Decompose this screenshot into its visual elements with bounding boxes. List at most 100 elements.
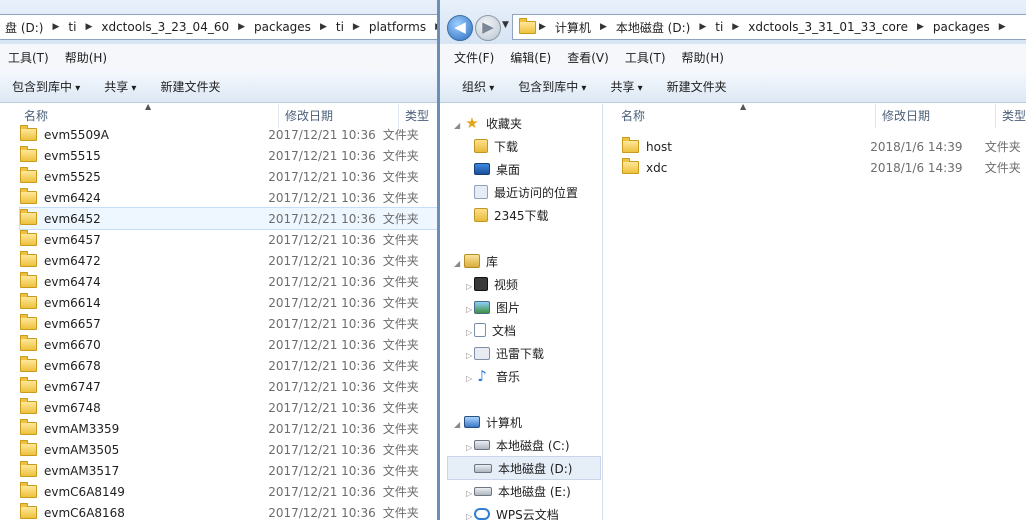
menu-item[interactable]: 工具(T) bbox=[0, 49, 57, 66]
collapse-arrow-icon[interactable]: ▷ bbox=[466, 489, 472, 498]
list-item[interactable]: evm6457 2017/12/21 10:36 文件夹 bbox=[20, 229, 437, 250]
nav-libraries[interactable]: 库 bbox=[464, 250, 498, 272]
nav-wps-cloud[interactable]: WPS云文档 bbox=[474, 503, 559, 520]
recent-pages-dropdown-icon[interactable]: ▼ bbox=[502, 20, 509, 30]
list-item[interactable]: evm6657 2017/12/21 10:36 文件夹 bbox=[20, 313, 437, 334]
list-item[interactable]: evm5509A 2017/12/21 10:36 文件夹 bbox=[20, 124, 437, 145]
file-name: evm6670 bbox=[44, 337, 101, 352]
chevron-right-icon[interactable]: ▶ bbox=[350, 22, 363, 32]
chevron-right-icon[interactable]: ▶ bbox=[82, 22, 95, 32]
file-type: 文件夹 bbox=[382, 170, 419, 184]
collapse-arrow-icon[interactable]: ▷ bbox=[466, 512, 472, 520]
nav-videos[interactable]: 视频 bbox=[474, 273, 518, 295]
collapse-arrow-icon[interactable]: ▷ bbox=[466, 282, 472, 291]
collapse-arrow-icon[interactable]: ▷ bbox=[466, 443, 472, 452]
collapse-arrow-icon[interactable]: ▷ bbox=[466, 328, 472, 337]
nav-recent-places[interactable]: 最近访问的位置 bbox=[474, 181, 578, 203]
list-item[interactable]: evm6678 2017/12/21 10:36 文件夹 bbox=[20, 355, 437, 376]
breadcrumb-item[interactable]: 本地磁盘 (D:) bbox=[610, 19, 696, 36]
toolbar-button[interactable]: 包含到库中 bbox=[0, 78, 92, 95]
list-item[interactable]: evmC6A8168 2017/12/21 10:36 文件夹 bbox=[20, 502, 437, 520]
chevron-right-icon[interactable]: ▶ bbox=[597, 22, 610, 32]
chevron-right-icon[interactable]: ▶ bbox=[235, 22, 248, 32]
menu-item[interactable]: 帮助(H) bbox=[57, 49, 115, 66]
nav-computer[interactable]: 计算机 bbox=[464, 411, 522, 433]
toolbar-button[interactable]: 新建文件夹 bbox=[148, 78, 232, 95]
collapse-arrow-icon[interactable]: ▷ bbox=[466, 374, 472, 383]
list-item[interactable]: evm6452 2017/12/21 10:36 文件夹 bbox=[19, 207, 437, 230]
expand-arrow-icon[interactable]: ◢ bbox=[454, 420, 460, 429]
breadcrumb-item[interactable]: platforms bbox=[363, 20, 432, 34]
breadcrumb-item[interactable]: 盘 (D:) bbox=[0, 19, 49, 36]
toolbar-button[interactable]: 共享 bbox=[598, 78, 654, 95]
list-item[interactable]: xdc 2018/1/6 14:39 文件夹 bbox=[622, 157, 1026, 178]
toolbar-button[interactable]: 包含到库中 bbox=[506, 78, 598, 95]
breadcrumb-item[interactable]: ti bbox=[330, 20, 350, 34]
menu-item[interactable]: 帮助(H) bbox=[674, 49, 732, 66]
breadcrumb-item[interactable]: xdctools_3_31_01_33_core bbox=[742, 20, 914, 34]
list-item[interactable]: evm6747 2017/12/21 10:36 文件夹 bbox=[20, 376, 437, 397]
column-type[interactable]: 类型 bbox=[996, 104, 1026, 128]
menu-item[interactable]: 查看(V) bbox=[559, 49, 617, 66]
expand-arrow-icon[interactable]: ◢ bbox=[454, 121, 460, 130]
breadcrumb-item[interactable]: ti bbox=[709, 20, 729, 34]
list-item[interactable]: evmAM3517 2017/12/21 10:36 文件夹 bbox=[20, 460, 437, 481]
list-item[interactable]: evm5525 2017/12/21 10:36 文件夹 bbox=[20, 166, 437, 187]
nav-downloads[interactable]: 下载 bbox=[474, 135, 518, 157]
breadcrumb-item[interactable]: packages bbox=[248, 20, 317, 34]
chevron-right-icon[interactable]: ▶ bbox=[49, 22, 62, 32]
folder-icon bbox=[20, 293, 37, 309]
column-date[interactable]: 修改日期 bbox=[876, 104, 996, 128]
list-item[interactable]: evm6424 2017/12/21 10:36 文件夹 bbox=[20, 187, 437, 208]
file-date: 2018/1/6 14:39 bbox=[870, 160, 963, 175]
list-item[interactable]: evmAM3359 2017/12/21 10:36 文件夹 bbox=[20, 418, 437, 439]
list-item[interactable]: evmC6A8149 2017/12/21 10:36 文件夹 bbox=[20, 481, 437, 502]
toolbar-button[interactable]: 新建文件夹 bbox=[655, 78, 739, 95]
list-item[interactable]: evm6472 2017/12/21 10:36 文件夹 bbox=[20, 250, 437, 271]
nav-2345-downloads[interactable]: 2345下载 bbox=[474, 204, 549, 226]
list-item[interactable]: evm6474 2017/12/21 10:36 文件夹 bbox=[20, 271, 437, 292]
nav-pictures[interactable]: 图片 bbox=[474, 296, 520, 318]
menu-item[interactable]: 编辑(E) bbox=[502, 49, 559, 66]
chevron-right-icon[interactable]: ▶ bbox=[914, 22, 927, 32]
menu-item[interactable]: 文件(F) bbox=[446, 49, 502, 66]
file-date: 2017/12/21 10:36 bbox=[268, 358, 376, 373]
breadcrumb-item[interactable]: 计算机 bbox=[549, 19, 597, 36]
chevron-right-icon[interactable]: ▶ bbox=[996, 22, 1009, 32]
list-item[interactable]: evm6614 2017/12/21 10:36 文件夹 bbox=[20, 292, 437, 313]
nav-thunder-downloads[interactable]: 迅雷下载 bbox=[474, 342, 544, 364]
back-button[interactable]: ◀ bbox=[447, 15, 473, 41]
nav-desktop[interactable]: 桌面 bbox=[474, 158, 520, 180]
toolbar-button[interactable]: 组织 bbox=[450, 78, 506, 95]
right-explorer-window: ◀ ▶ ▼ ▶ 计算机 ▶ 本地磁盘 (D:) ▶ ti ▶ xdctools_3_31_01… bbox=[440, 0, 1026, 520]
list-item[interactable]: evm5515 2017/12/21 10:36 文件夹 bbox=[20, 145, 437, 166]
right-file-list: host 2018/1/6 14:39 文件夹 xdc 2018/1/6 14:39 文件… bbox=[622, 136, 1026, 178]
chevron-right-icon[interactable]: ▶ bbox=[696, 22, 709, 32]
list-item[interactable]: evmAM3505 2017/12/21 10:36 文件夹 bbox=[20, 439, 437, 460]
nav-favorites[interactable]: ★ 收藏夹 bbox=[464, 112, 522, 134]
nav-music[interactable]: ♪ 音乐 bbox=[474, 365, 520, 387]
breadcrumb-item[interactable]: xdctools_3_23_04_60 bbox=[95, 20, 235, 34]
list-item[interactable]: host 2018/1/6 14:39 文件夹 bbox=[622, 136, 1026, 157]
folder-icon bbox=[20, 356, 37, 372]
collapse-arrow-icon[interactable]: ▷ bbox=[466, 351, 472, 360]
left-breadcrumb[interactable]: 盘 (D:) ▶ ti ▶ xdctools_3_23_04_60 ▶ packages ▶ t… bbox=[0, 14, 437, 40]
toolbar-button[interactable]: 共享 bbox=[92, 78, 148, 95]
list-item[interactable]: evm6670 2017/12/21 10:36 文件夹 bbox=[20, 334, 437, 355]
nav-drive-c[interactable]: 本地磁盘 (C:) bbox=[474, 434, 570, 456]
forward-button[interactable]: ▶ bbox=[475, 15, 501, 41]
nav-documents[interactable]: 文档 bbox=[474, 319, 516, 341]
breadcrumb-item[interactable]: packages bbox=[927, 20, 996, 34]
list-item[interactable]: evm6748 2017/12/21 10:36 文件夹 bbox=[20, 397, 437, 418]
nav-drive-d[interactable]: 本地磁盘 (D:) bbox=[447, 456, 601, 480]
chevron-right-icon[interactable]: ▶ bbox=[536, 22, 549, 32]
menu-item[interactable]: 工具(T) bbox=[617, 49, 674, 66]
collapse-arrow-icon[interactable]: ▷ bbox=[466, 305, 472, 314]
expand-arrow-icon[interactable]: ◢ bbox=[454, 259, 460, 268]
right-breadcrumb[interactable]: ▶ 计算机 ▶ 本地磁盘 (D:) ▶ ti ▶ xdctools_3_31_01_33_co… bbox=[512, 14, 1026, 40]
nav-drive-e[interactable]: 本地磁盘 (E:) bbox=[474, 480, 571, 502]
chevron-right-icon[interactable]: ▶ bbox=[729, 22, 742, 32]
breadcrumb-item[interactable]: ti bbox=[62, 20, 82, 34]
chevron-right-icon[interactable]: ▶ bbox=[317, 22, 330, 32]
hard-drive-icon bbox=[474, 486, 492, 496]
